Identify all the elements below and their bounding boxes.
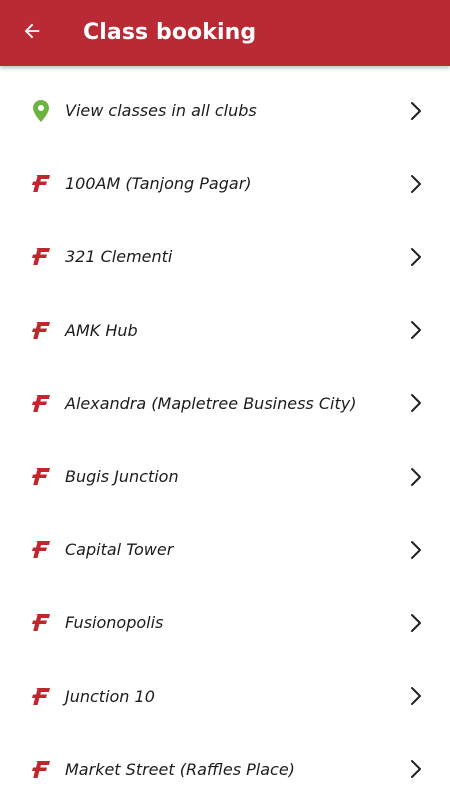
list-item-all-clubs[interactable]: View classes in all clubs: [0, 74, 450, 147]
location-pin-icon: [30, 99, 52, 122]
list-item-club[interactable]: Capital Tower: [0, 513, 450, 586]
list-item-label: Junction 10: [65, 686, 155, 706]
list-item-label: Alexandra (Mapletree Business City): [65, 393, 357, 413]
chevron-right-icon: [408, 392, 424, 414]
chevron-right-icon: [408, 685, 424, 707]
fitness-first-logo-icon: [30, 319, 52, 341]
chevron-right-icon: [408, 612, 424, 634]
list-item-club[interactable]: Market Street (Raffles Place): [0, 733, 450, 800]
chevron-right-icon: [408, 100, 424, 122]
list-item-label: Fusionopolis: [65, 613, 164, 633]
page-title: Class booking: [83, 20, 257, 45]
chevron-right-icon: [408, 173, 424, 195]
list-item-club[interactable]: AMK Hub: [0, 294, 450, 367]
arrow-left-icon: [21, 20, 43, 46]
chevron-right-icon: [408, 466, 424, 488]
list-item-label: View classes in all clubs: [65, 101, 257, 121]
fitness-first-logo-icon: [30, 392, 52, 414]
list-item-label: Market Street (Raffles Place): [65, 759, 295, 779]
list-item-label: Bugis Junction: [65, 467, 179, 487]
fitness-first-logo-icon: [30, 466, 52, 488]
fitness-first-logo-icon: [30, 539, 52, 561]
list-item-club[interactable]: Bugis Junction: [0, 440, 450, 513]
list-item-label: 321 Clementi: [65, 247, 173, 267]
chevron-right-icon: [408, 319, 424, 341]
list-item-label: AMK Hub: [65, 320, 138, 340]
list-item-club[interactable]: Alexandra (Mapletree Business City): [0, 367, 450, 440]
fitness-first-logo-icon: [30, 612, 52, 634]
club-list: View classes in all clubs 100AM (Tanjong…: [0, 74, 450, 800]
list-item-club[interactable]: Fusionopolis: [0, 586, 450, 659]
fitness-first-logo-icon: [30, 685, 52, 707]
list-item-label: 100AM (Tanjong Pagar): [65, 174, 252, 194]
list-item-label: Capital Tower: [65, 540, 174, 560]
list-item-club[interactable]: 100AM (Tanjong Pagar): [0, 147, 450, 220]
fitness-first-logo-icon: [30, 173, 52, 195]
app-bar: Class booking: [0, 0, 450, 66]
fitness-first-logo-icon: [30, 246, 52, 268]
back-button[interactable]: [12, 13, 52, 53]
chevron-right-icon: [408, 539, 424, 561]
chevron-right-icon: [408, 246, 424, 268]
list-item-club[interactable]: Junction 10: [0, 660, 450, 733]
fitness-first-logo-icon: [30, 758, 52, 780]
chevron-right-icon: [408, 758, 424, 780]
class-booking-screen: Class booking View classes in all clubs …: [0, 0, 450, 800]
list-item-club[interactable]: 321 Clementi: [0, 220, 450, 293]
